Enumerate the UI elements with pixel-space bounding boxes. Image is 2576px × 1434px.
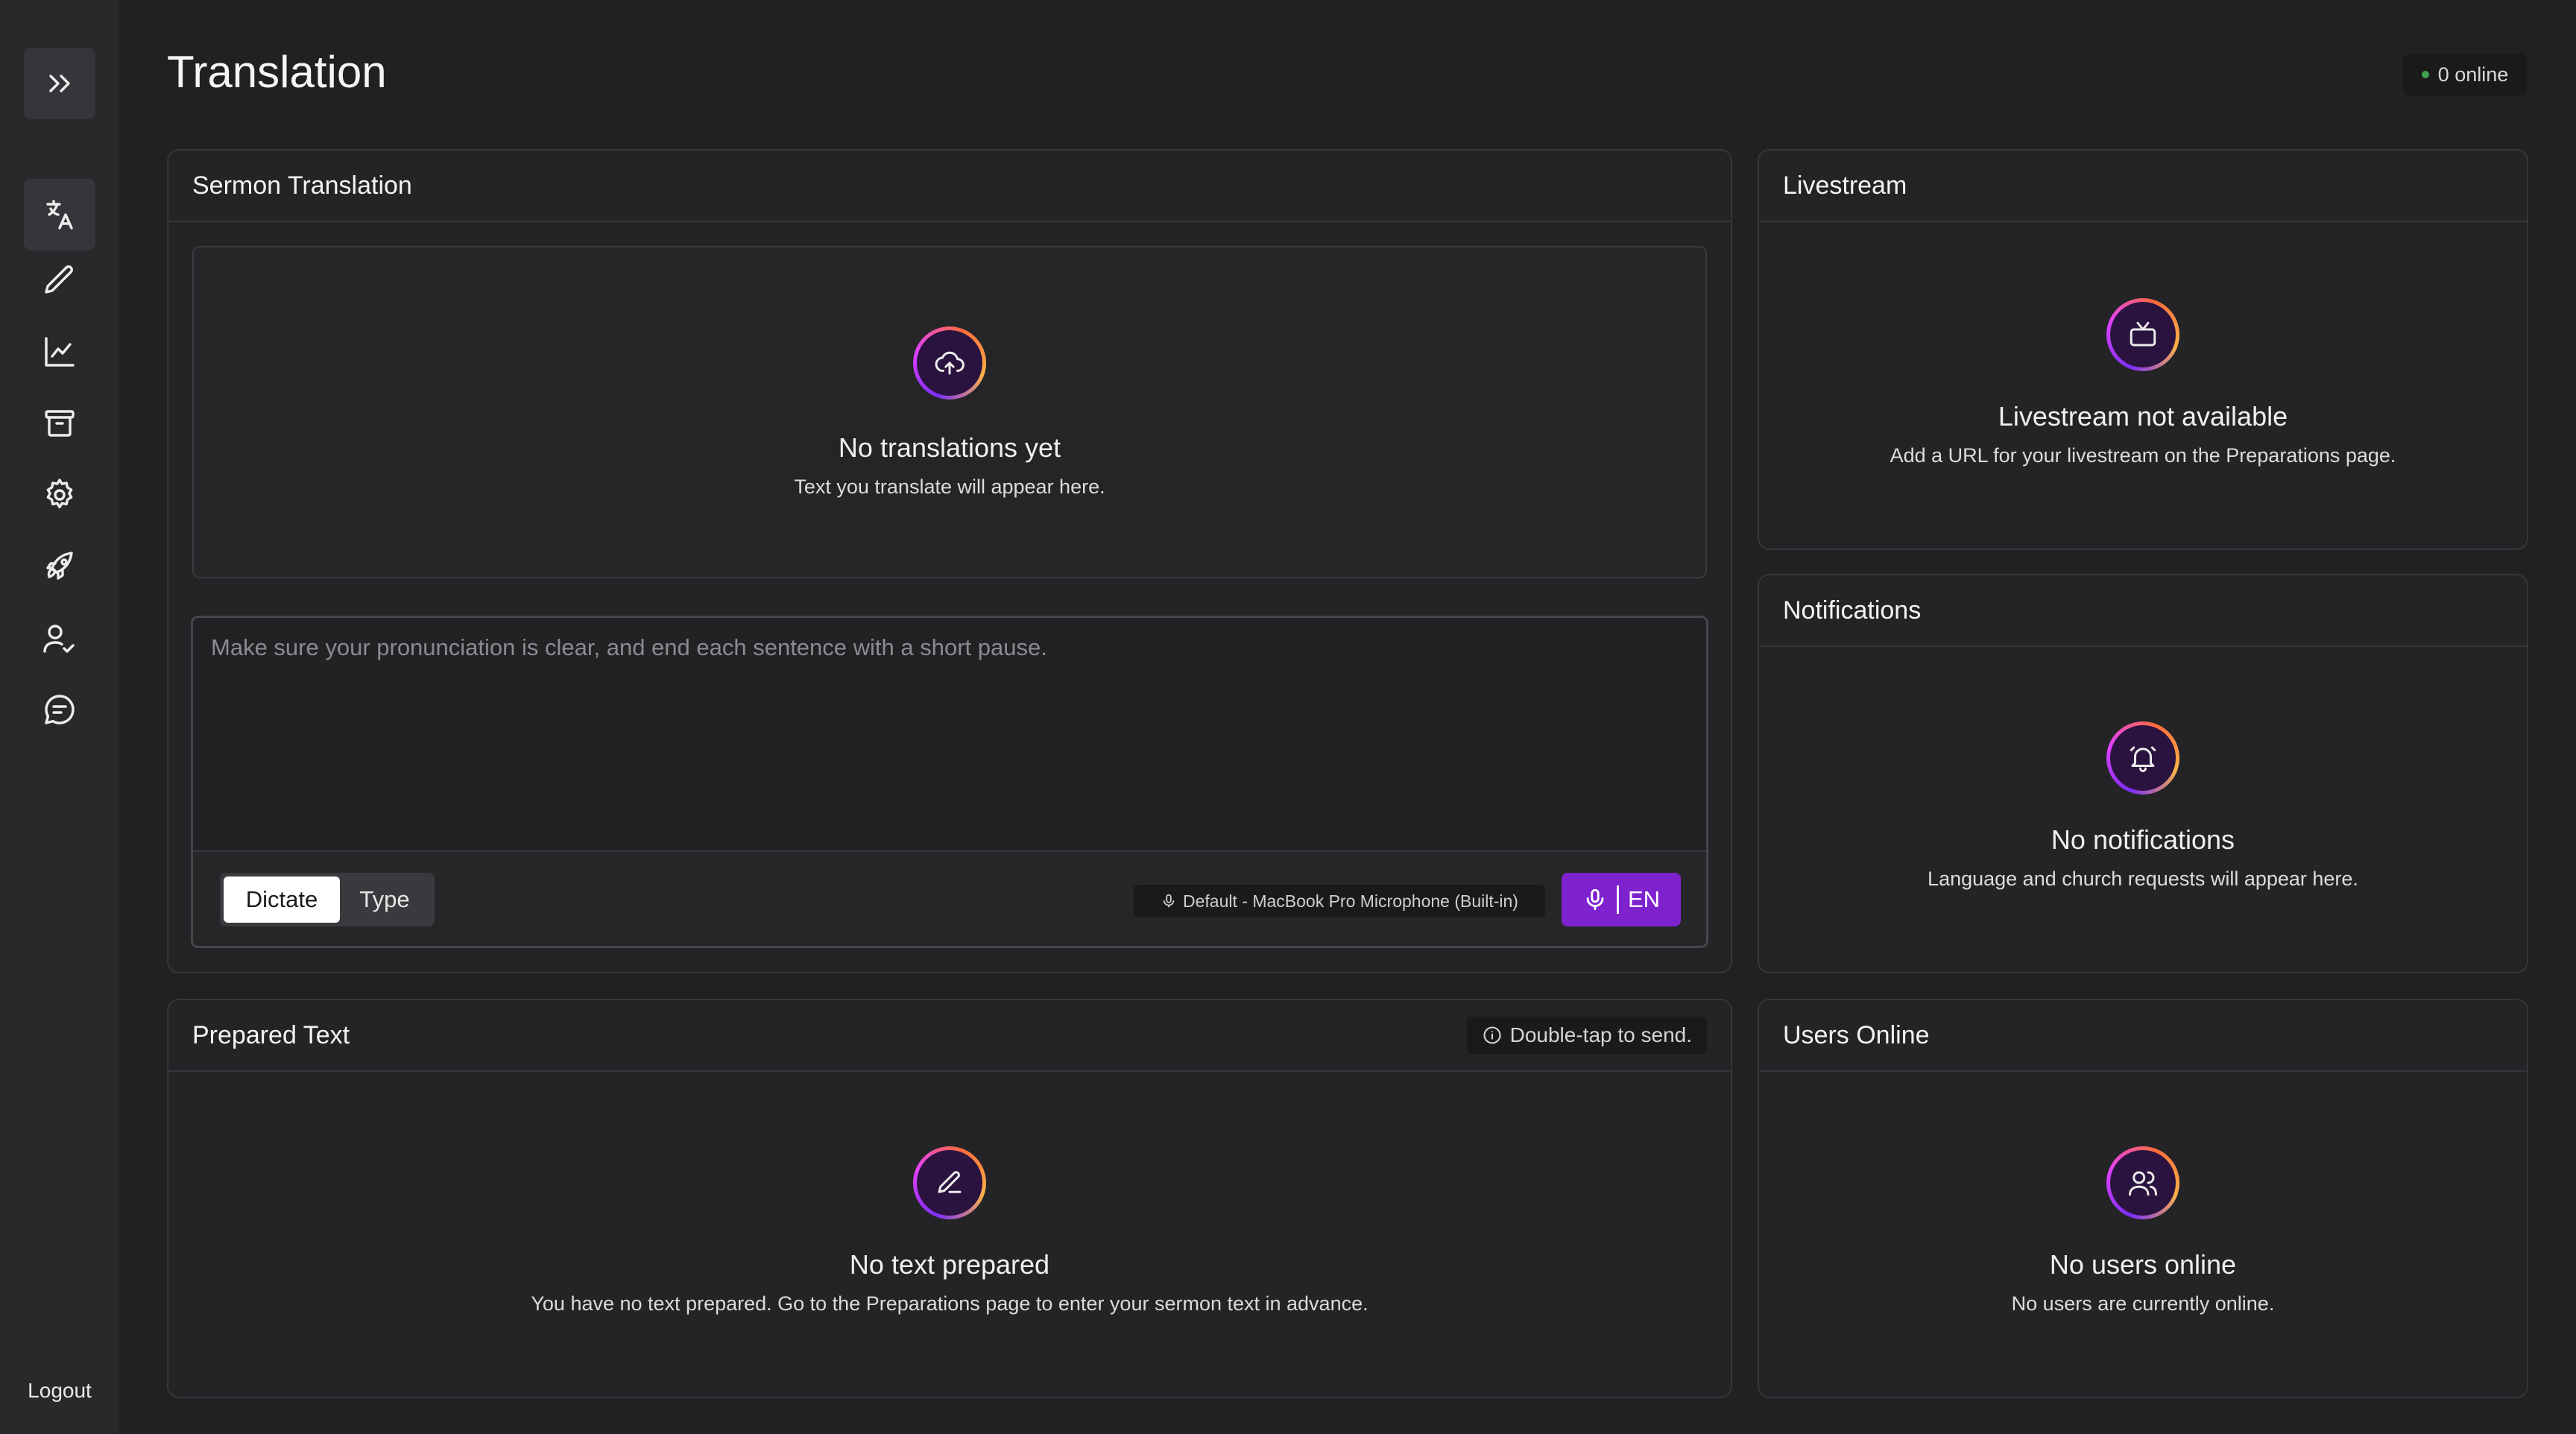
sidebar-item-settings[interactable] [24, 459, 95, 531]
online-status-badge: 0 online [2403, 54, 2527, 95]
archive-icon [45, 410, 75, 437]
empty-state-subtitle: Text you translate will appear here. [794, 476, 1105, 498]
info-icon [1483, 1026, 1501, 1044]
sidebar-item-analytics[interactable] [24, 316, 95, 388]
empty-state-title: No notifications [2051, 824, 2235, 855]
pen-icon [938, 1171, 962, 1193]
sidebar-item-translation[interactable] [24, 179, 95, 250]
input-mode-toggle: Dictate Type [220, 873, 435, 926]
online-count: 0 online [2437, 63, 2509, 86]
line-chart-icon [45, 337, 75, 367]
empty-state-badge [2106, 298, 2179, 371]
microphone-label: Default - MacBook Pro Microphone (Built-… [1183, 891, 1518, 911]
empty-state-badge [913, 1146, 986, 1219]
dictation-area: Dictate Type Default - MacBook Pro Micro… [191, 616, 1708, 948]
divider [1616, 885, 1619, 914]
card-title: Sermon Translation [192, 171, 412, 200]
livestream-card: Livestream Livestream not available Add … [1758, 149, 2528, 550]
bell-icon [2130, 746, 2156, 772]
sidebar-item-archive[interactable] [24, 388, 95, 459]
sidebar-item-preparations[interactable] [24, 244, 95, 316]
mode-type-tab[interactable]: Type [340, 876, 429, 923]
user-check-icon [43, 625, 75, 653]
logout-button[interactable]: Logout [0, 1379, 119, 1403]
empty-state-badge [913, 326, 986, 399]
sidebar-item-launch[interactable] [24, 531, 95, 602]
empty-state-subtitle: No users are currently online. [2011, 1292, 2275, 1315]
send-hint-badge: Double-tap to send. [1466, 1017, 1707, 1054]
chevrons-right-icon [49, 75, 70, 92]
prepared-text-card: Prepared Text Double-tap to send. No tex… [167, 999, 1732, 1398]
microphone-icon [1586, 888, 1604, 911]
empty-state-subtitle: Add a URL for your livestream on the Pre… [1890, 444, 2396, 467]
users-icon [2129, 1171, 2157, 1196]
tv-icon [2130, 321, 2156, 347]
translation-output-panel: No translations yet Text you translate w… [192, 246, 1707, 578]
mode-dictate-tab[interactable]: Dictate [224, 876, 340, 923]
cloud-upload-icon [935, 351, 965, 375]
users-online-card: Users Online No users online No users ar… [1758, 999, 2528, 1398]
translation-input[interactable] [193, 618, 1706, 850]
translate-icon [46, 200, 73, 230]
sidebar-expand-button[interactable] [24, 48, 95, 119]
card-title: Notifications [1783, 596, 1922, 625]
empty-state-badge [2106, 1146, 2179, 1219]
microphone-icon [1163, 894, 1175, 908]
record-language-button[interactable]: EN [1562, 873, 1681, 926]
page-title: Translation [167, 47, 387, 97]
gear-icon [46, 478, 73, 509]
empty-state-title: No users online [2049, 1249, 2237, 1280]
online-status-dot [2421, 71, 2429, 78]
empty-state-subtitle: You have no text prepared. Go to the Pre… [531, 1292, 1368, 1315]
rocket-icon [46, 552, 73, 580]
message-icon [45, 695, 75, 724]
notifications-card: Notifications No notifications Language … [1758, 574, 2528, 973]
card-title: Prepared Text [192, 1020, 350, 1049]
pen-icon [45, 265, 73, 294]
empty-state-title: Livestream not available [1998, 401, 2288, 432]
sidebar-item-users[interactable] [24, 602, 95, 674]
card-title: Users Online [1783, 1020, 1930, 1049]
sidebar: Logout [0, 0, 119, 1434]
language-code: EN [1627, 886, 1661, 912]
input-toolbar: Dictate Type Default - MacBook Pro Micro… [193, 850, 1706, 946]
empty-state-subtitle: Language and church requests will appear… [1928, 868, 2358, 890]
sidebar-item-messages[interactable] [24, 674, 95, 745]
empty-state-badge [2106, 721, 2179, 795]
empty-state-title: No translations yet [838, 432, 1061, 463]
send-hint-text: Double-tap to send. [1509, 1023, 1692, 1046]
microphone-select[interactable]: Default - MacBook Pro Microphone (Built-… [1134, 885, 1545, 917]
empty-state-title: No text prepared [849, 1249, 1050, 1280]
card-title: Livestream [1783, 171, 1907, 200]
